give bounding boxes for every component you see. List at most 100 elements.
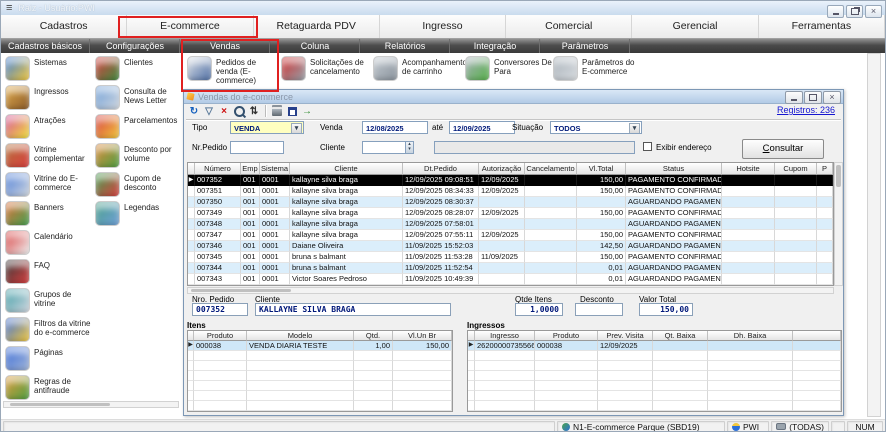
table-row-cell[interactable]: kallayne silva braga (290, 175, 403, 186)
toolbox-item-desconto-por-volume[interactable]: Desconto por volume (95, 143, 183, 168)
table-row-cell[interactable]: 12/09/2025 08:28:07 (403, 208, 479, 219)
table-row-cell[interactable] (817, 197, 833, 208)
grid-header-vl-total[interactable]: Vl.Total (577, 163, 626, 175)
table-row-cell[interactable] (817, 230, 833, 241)
table-row-cell[interactable]: 0001 (260, 230, 290, 241)
table-row-cell[interactable]: 007346 (195, 241, 241, 252)
table-row-cell[interactable]: 0001 (260, 197, 290, 208)
table-row-cell[interactable]: 12/09/2025 08:34:33 (403, 186, 479, 197)
toolbox-item-grupos-de-vitrine[interactable]: Grupos de vitrine (5, 288, 93, 313)
minimize-icon[interactable] (827, 5, 844, 18)
toolbox-item-faq[interactable]: FAQ (5, 259, 93, 284)
table-row-cell[interactable]: 12/09/2025 (479, 208, 525, 219)
table-row-cell[interactable] (775, 186, 817, 197)
toolbox-item-filtros-da-vitrine-do-e-commerce[interactable]: Filtros da vitrine do e-commerce (5, 317, 93, 342)
table-row-cell[interactable]: 007352 (195, 175, 241, 186)
save-icon[interactable] (286, 105, 298, 118)
grid-header-status[interactable]: Status (626, 163, 722, 175)
table-row-cell[interactable] (722, 197, 775, 208)
table-row-cell[interactable]: kallayne silva braga (290, 186, 403, 197)
table-row-cell[interactable] (775, 197, 817, 208)
table-row-cell[interactable]: 000038 (194, 341, 247, 351)
sort-icon[interactable]: ⇅ (248, 105, 260, 118)
grid-header-qtd[interactable]: Qtd. (354, 331, 393, 341)
cliente-code-input[interactable] (362, 141, 406, 154)
table-row-cell[interactable]: 150,00 (577, 230, 626, 241)
table-row-cell[interactable]: kallayne silva braga (290, 219, 403, 230)
table-row-cell[interactable]: Daiane Oliveira (290, 241, 403, 252)
table-row-cell[interactable]: AGUARDANDO PAGAMENTO (626, 263, 722, 274)
table-row-cell[interactable]: 12/09/2025 (598, 341, 653, 351)
table-row-cell[interactable] (817, 186, 833, 197)
table-row-cell[interactable] (775, 263, 817, 274)
table-row-cell[interactable] (722, 208, 775, 219)
table-row-cell[interactable]: 12/09/2025 09:08:51 (403, 175, 479, 186)
table-row-cell[interactable]: AGUARDANDO PAGAMENTO (626, 219, 722, 230)
grid-header-dt-pedido[interactable]: Dt.Pedido (403, 163, 479, 175)
table-row-cell[interactable]: 11/09/2025 10:49:39 (403, 274, 479, 285)
table-row-cell[interactable] (722, 230, 775, 241)
grid-header-sistema[interactable]: Sistema (260, 163, 290, 175)
table-row-cell[interactable]: 11/09/2025 11:53:28 (403, 252, 479, 263)
toolbox-item-vitrine-complementar[interactable]: Vitrine complementar (5, 143, 93, 168)
table-row-cell[interactable]: PAGAMENTO CONFIRMADO (626, 208, 722, 219)
table-row-cell[interactable] (775, 230, 817, 241)
table-row-cell[interactable] (577, 219, 626, 230)
grid-header-prev-visita[interactable]: Prev. Visita (598, 331, 653, 341)
table-row-cell[interactable] (817, 175, 833, 186)
records-count-link[interactable]: Registros: 236 (777, 105, 835, 115)
search-icon[interactable] (233, 105, 245, 118)
table-row-cell[interactable] (479, 197, 525, 208)
minimize-icon[interactable] (785, 91, 803, 104)
tab-ferramentas[interactable]: Ferramentas (759, 15, 885, 38)
table-row-cell[interactable]: kallayne silva braga (290, 208, 403, 219)
grid-header-cupom[interactable]: Cupom (775, 163, 817, 175)
table-row-cell[interactable] (793, 341, 841, 351)
table-row-cell[interactable]: 007350 (195, 197, 241, 208)
table-row-cell[interactable] (577, 197, 626, 208)
refresh-icon[interactable]: ↻ (188, 105, 200, 118)
table-row-cell[interactable]: 150,00 (393, 341, 452, 351)
table-row-cell[interactable]: VENDA DIARIA TESTE (247, 341, 354, 351)
table-row-cell[interactable]: 12/09/2025 07:58:01 (403, 219, 479, 230)
table-row-cell[interactable]: bruna s balmant (290, 263, 403, 274)
grid-header-autorizacao[interactable]: Autorização (479, 163, 525, 175)
table-row-cell[interactable]: 11/09/2025 (479, 252, 525, 263)
orders-vscrollbar[interactable] (834, 162, 843, 286)
grid-header-produto[interactable]: Produto (535, 331, 598, 341)
mdi-vscrollbar[interactable] (867, 53, 881, 417)
table-row-cell[interactable] (525, 175, 577, 186)
table-row-cell[interactable]: 001 (241, 241, 260, 252)
table-row-cell[interactable]: 0,01 (577, 274, 626, 285)
grid-header-numero[interactable]: Número (195, 163, 241, 175)
table-row-cell[interactable]: 150,00 (577, 208, 626, 219)
table-row-cell[interactable]: 0001 (260, 252, 290, 263)
table-row-cell[interactable] (722, 263, 775, 274)
table-row-cell[interactable]: 11/09/2025 11:52:54 (403, 263, 479, 274)
menu-vendas[interactable]: Vendas (181, 39, 270, 53)
table-row-cell[interactable] (817, 208, 833, 219)
tab-gerencial[interactable]: Gerencial (632, 15, 758, 38)
table-row-cell[interactable]: 1,00 (354, 341, 393, 351)
nr-pedido-input[interactable] (230, 141, 284, 154)
table-row-cell[interactable] (525, 252, 577, 263)
clear-filter-icon[interactable]: × (218, 105, 230, 118)
table-row-cell[interactable]: 001 (241, 274, 260, 285)
toolbox-item-atracoes[interactable]: Atrações (5, 114, 93, 139)
grid-header-blank[interactable] (793, 331, 841, 341)
table-row-cell[interactable]: 0001 (260, 208, 290, 219)
table-row-cell[interactable]: AGUARDANDO PAGAMENTO (626, 241, 722, 252)
table-row-cell[interactable]: 12/09/2025 07:55:11 (403, 230, 479, 241)
table-row-cell[interactable]: 0001 (260, 241, 290, 252)
table-row-cell[interactable] (525, 230, 577, 241)
toolbox-item-calendario[interactable]: Calendário (5, 230, 93, 255)
toolbox-item-paginas[interactable]: Páginas (5, 346, 93, 371)
table-row-cell[interactable] (708, 341, 793, 351)
table-row-cell[interactable]: 0001 (260, 175, 290, 186)
grid-header-qt-baixa[interactable]: Qt. Baixa (653, 331, 708, 341)
tab-comercial[interactable]: Comercial (506, 15, 632, 38)
table-row-cell[interactable] (722, 175, 775, 186)
sales-window-titlebar[interactable]: Vendas do e-commerce (184, 90, 843, 104)
table-row-cell[interactable] (525, 274, 577, 285)
grid-header-hotsite[interactable]: Hotsite (722, 163, 775, 175)
